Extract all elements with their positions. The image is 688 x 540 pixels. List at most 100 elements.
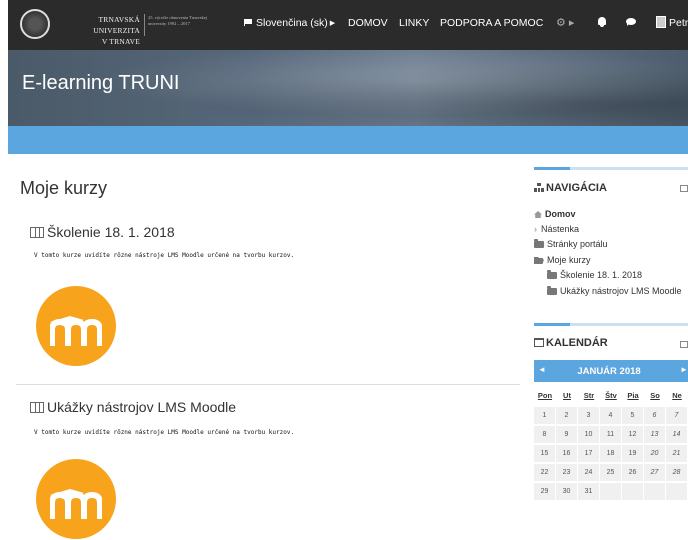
calendar-icon bbox=[534, 338, 544, 347]
calendar-weekday-label: Ut bbox=[563, 391, 571, 400]
dock-block-icon[interactable] bbox=[680, 185, 688, 192]
nav-link-domov[interactable]: DOMOV bbox=[348, 17, 388, 29]
home-icon bbox=[534, 211, 542, 218]
gear-icon[interactable]: ⚙ ▸ bbox=[556, 16, 574, 29]
course-title-link[interactable]: Ukážky nástrojov LMS Moodle bbox=[30, 399, 236, 415]
calendar-day-cell[interactable]: 28 bbox=[666, 464, 687, 481]
calendar-day-cell[interactable]: 11 bbox=[600, 426, 621, 443]
navigation-block-title: NAVIGÁCIA bbox=[534, 182, 607, 194]
nav-item-label: Ukážky nástrojov LMS Moodle bbox=[560, 286, 682, 296]
calendar-empty-cell bbox=[666, 483, 687, 500]
page-title: Moje kurzy bbox=[20, 178, 108, 198]
calendar-day-cell[interactable]: 4 bbox=[600, 407, 621, 424]
calendar-day-cell[interactable]: 31 bbox=[578, 483, 599, 500]
user-menu[interactable]: Petr▶ bbox=[669, 17, 688, 29]
calendar-day-cell[interactable]: 25 bbox=[600, 464, 621, 481]
caret-right-icon: ▶ bbox=[329, 20, 336, 27]
messages-chat-icon[interactable] bbox=[626, 18, 636, 26]
calendar-day-cell[interactable]: 5 bbox=[622, 407, 643, 424]
header-banner: E-learning TRUNI bbox=[8, 50, 688, 126]
calendar-day-cell[interactable]: 10 bbox=[578, 426, 599, 443]
nav-item-nastenka[interactable]: › Nástenka bbox=[534, 222, 579, 236]
folder-icon bbox=[534, 239, 544, 248]
calendar-weekday-label: Str bbox=[583, 391, 595, 400]
site-title: E-learning TRUNI bbox=[22, 72, 180, 94]
calendar-block-title: KALENDÁR bbox=[534, 337, 608, 349]
calendar-title-text: KALENDÁR bbox=[546, 337, 608, 349]
nav-item-course-skolenie[interactable]: Školenie 18. 1. 2018 bbox=[547, 268, 642, 282]
language-label: Slovenčina (sk) bbox=[256, 17, 328, 29]
calendar-day-cell[interactable]: 2 bbox=[556, 407, 577, 424]
calendar-weekday-label: Pon bbox=[537, 391, 553, 400]
calendar-day-cell[interactable]: 26 bbox=[622, 464, 643, 481]
university-name-line2: V TRNAVE bbox=[101, 37, 140, 46]
calendar-day-cell[interactable]: 12 bbox=[622, 426, 643, 443]
map-icon bbox=[30, 227, 44, 238]
calendar-day-cell[interactable]: 7 bbox=[666, 407, 687, 424]
university-seal-logo[interactable] bbox=[20, 9, 50, 39]
calendar-day-cell[interactable]: 1 bbox=[534, 407, 555, 424]
main-content: Moje kurzy Školenie 18. 1. 2018 V tomto … bbox=[8, 154, 520, 540]
block-accent-bar bbox=[534, 323, 688, 326]
folder-open-icon bbox=[534, 257, 544, 264]
calendar-empty-cell bbox=[600, 483, 621, 500]
nav-item-course-ukazky[interactable]: Ukážky nástrojov LMS Moodle bbox=[547, 284, 682, 298]
calendar-day-cell[interactable]: 24 bbox=[578, 464, 599, 481]
calendar-day-cell[interactable]: 19 bbox=[622, 445, 643, 462]
calendar-day-cell[interactable]: 3 bbox=[578, 407, 599, 424]
calendar-day-cell[interactable]: 16 bbox=[556, 445, 577, 462]
calendar-day-cell[interactable]: 27 bbox=[644, 464, 665, 481]
nav-item-label: Nástenka bbox=[541, 224, 580, 234]
next-month-arrow-icon[interactable]: ► bbox=[680, 365, 688, 374]
dock-block-icon[interactable] bbox=[680, 341, 688, 348]
sitemap-icon bbox=[534, 183, 544, 192]
nav-item-label: Domov bbox=[545, 209, 576, 219]
calendar-day-cell[interactable]: 9 bbox=[556, 426, 577, 443]
user-name: Petr bbox=[669, 17, 688, 29]
block-accent-bar bbox=[534, 167, 688, 170]
calendar-empty-cell bbox=[644, 483, 665, 500]
calendar-weekday-label: Ne bbox=[672, 391, 682, 400]
calendar-day-cell[interactable]: 29 bbox=[534, 483, 555, 500]
calendar-day-cell[interactable]: 18 bbox=[600, 445, 621, 462]
calendar-day-cell[interactable]: 17 bbox=[578, 445, 599, 462]
header-accent-bar bbox=[8, 126, 688, 154]
notifications-bell-icon[interactable] bbox=[598, 17, 606, 27]
calendar-day-cell[interactable]: 23 bbox=[556, 464, 577, 481]
nav-item-label: Školenie 18. 1. 2018 bbox=[560, 270, 643, 280]
university-name[interactable]: TRNAVSKÁ UNIVERZITA V TRNAVE bbox=[58, 14, 140, 47]
calendar-day-cell[interactable]: 14 bbox=[666, 426, 687, 443]
folder-icon bbox=[547, 270, 557, 279]
navigation-block: NAVIGÁCIA Domov › Nástenka Stránky portál… bbox=[534, 167, 688, 307]
calendar-day-cell[interactable]: 13 bbox=[644, 426, 665, 443]
moodle-logo-icon bbox=[36, 286, 116, 366]
calendar-day-cell[interactable]: 21 bbox=[666, 445, 687, 462]
user-avatar[interactable] bbox=[656, 16, 666, 28]
moodle-m-glyph bbox=[50, 316, 102, 346]
course-description: V tomto kurze uvidíte rôzne nástroje LMS… bbox=[34, 252, 295, 259]
course-title-text: Školenie 18. 1. 2018 bbox=[47, 224, 175, 240]
calendar-day-cell[interactable]: 15 bbox=[534, 445, 555, 462]
top-navbar: TRNAVSKÁ UNIVERZITA V TRNAVE 25. výročie… bbox=[8, 0, 688, 50]
map-icon bbox=[30, 402, 44, 413]
course-title-link[interactable]: Školenie 18. 1. 2018 bbox=[30, 224, 175, 240]
nav-item-stranky-portalu[interactable]: Stránky portálu bbox=[534, 237, 608, 251]
calendar-day-cell[interactable]: 30 bbox=[556, 483, 577, 500]
nav-item-domov[interactable]: Domov bbox=[534, 207, 576, 221]
nav-item-label: Moje kurzy bbox=[547, 255, 591, 265]
language-menu[interactable]: Slovenčina (sk) ▶ bbox=[244, 17, 335, 29]
flag-icon bbox=[244, 19, 253, 26]
calendar-weekday-label: Štv bbox=[605, 391, 617, 400]
calendar-day-cell[interactable]: 20 bbox=[644, 445, 665, 462]
calendar-day-cell[interactable]: 8 bbox=[534, 426, 555, 443]
nav-link-linky[interactable]: LINKY bbox=[399, 17, 429, 29]
course-divider bbox=[16, 384, 520, 385]
moodle-logo-icon bbox=[36, 459, 116, 539]
calendar-month-label[interactable]: JANUÁR 2018 bbox=[534, 366, 684, 377]
nav-item-moje-kurzy[interactable]: Moje kurzy bbox=[534, 253, 591, 267]
calendar-day-cell[interactable]: 22 bbox=[534, 464, 555, 481]
calendar-weekday-label: So bbox=[650, 391, 660, 400]
calendar-day-cell[interactable]: 6 bbox=[644, 407, 665, 424]
nav-link-podpora[interactable]: PODPORA A POMOC bbox=[440, 17, 543, 29]
calendar-weekday-label: Pia bbox=[627, 391, 639, 400]
